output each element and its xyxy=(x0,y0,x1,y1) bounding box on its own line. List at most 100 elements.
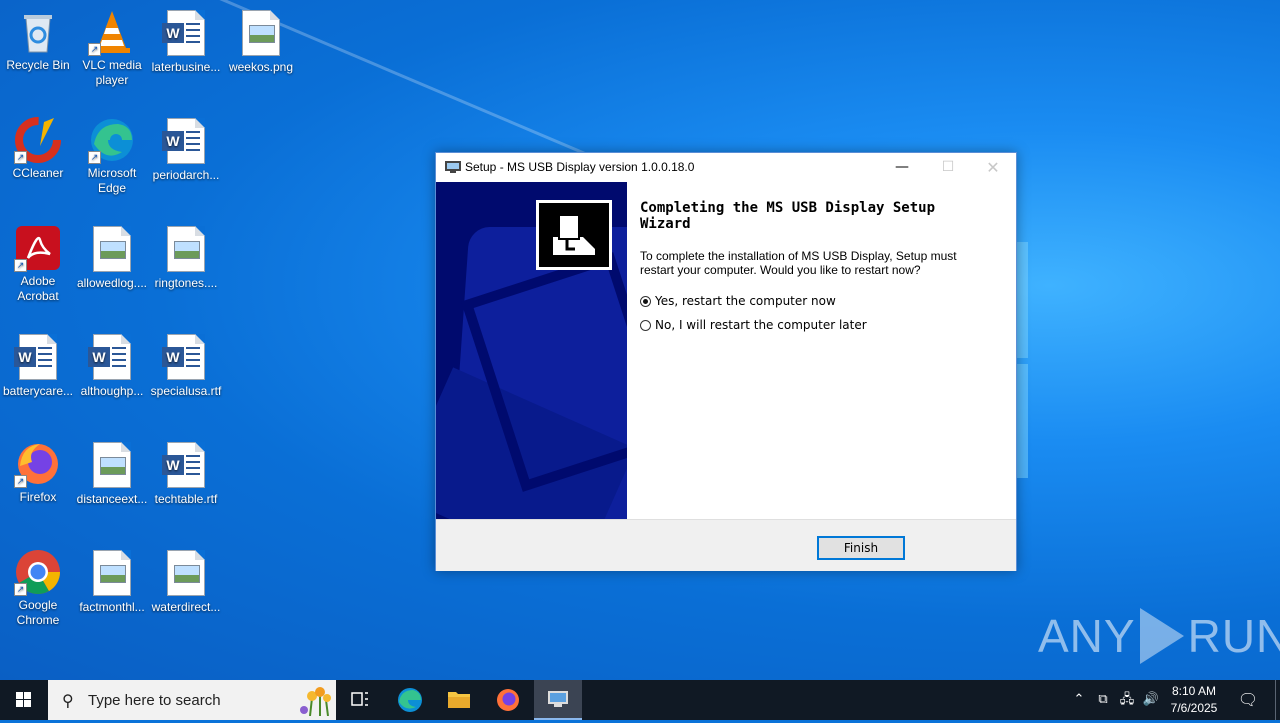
wizard-footer: Finish xyxy=(436,519,1016,571)
shortcut-arrow-icon: ↗ xyxy=(88,151,101,164)
watermark-text-right: RUN xyxy=(1187,610,1280,662)
wizard-heading: Completing the MS USB Display Setup Wiza… xyxy=(640,200,936,232)
installer-logo-icon xyxy=(536,200,612,270)
image-file-icon xyxy=(237,10,285,58)
word-document-icon: W xyxy=(162,118,210,166)
radio-button-checked[interactable] xyxy=(640,295,651,307)
desktop-icon-label: weekos.png xyxy=(228,60,294,74)
taskbar-file-explorer[interactable] xyxy=(435,680,483,720)
task-view-button[interactable] xyxy=(336,680,384,720)
shortcut-arrow-icon: ↗ xyxy=(14,259,27,272)
setup-app-icon xyxy=(548,691,568,707)
wizard-description: To complete the installation of MS USB D… xyxy=(640,249,957,277)
taskbar-firefox[interactable] xyxy=(484,680,532,720)
restart-later-option[interactable]: No, I will restart the computer later xyxy=(640,318,867,332)
desktop-icon-factmonthl[interactable]: factmonthl... xyxy=(74,548,150,615)
desktop-icon-label: althoughp... xyxy=(80,384,144,398)
radio-button-unchecked[interactable] xyxy=(640,319,651,331)
anyrun-watermark: ANY RUN xyxy=(1038,608,1280,664)
desktop-icon-allowedlog[interactable]: allowedlog.... xyxy=(74,224,150,291)
desktop-icon-periodarch[interactable]: W periodarch... xyxy=(148,116,224,183)
wizard-content: Completing the MS USB Display Setup Wiza… xyxy=(627,182,1016,519)
shortcut-arrow-icon: ↗ xyxy=(14,475,27,488)
desktop-icon-waterdirect[interactable]: waterdirect... xyxy=(148,548,224,615)
word-document-icon: W xyxy=(162,10,210,58)
desktop-icon-ccleaner[interactable]: ↗ CCleaner xyxy=(0,116,76,181)
meet-now-icon[interactable]: ⧉ xyxy=(1092,680,1114,720)
desktop-icon-label: Microsoft Edge xyxy=(87,166,137,195)
maximize-button[interactable]: ☐ xyxy=(925,153,971,182)
restart-now-option[interactable]: Yes, restart the computer now xyxy=(640,294,836,308)
network-icon[interactable]: 🖧 xyxy=(1116,680,1138,720)
notification-center-icon[interactable]: 🗨 xyxy=(1234,680,1262,720)
desktop-icon-label: distanceext... xyxy=(76,492,148,506)
windows-logo-icon xyxy=(16,692,32,708)
search-highlight-flowers-icon xyxy=(298,684,336,717)
title-bar[interactable]: Setup - MS USB Display version 1.0.0.18.… xyxy=(436,153,1016,182)
desktop-icon-label: waterdirect... xyxy=(151,600,221,614)
desktop-icon-distanceext[interactable]: distanceext... xyxy=(74,440,150,507)
window-title: Setup - MS USB Display version 1.0.0.18.… xyxy=(465,160,695,174)
desktop-icon-vlc[interactable]: ↗ VLC media player xyxy=(74,8,150,88)
desktop-icon-google-chrome[interactable]: ↗ Google Chrome xyxy=(0,548,76,628)
shortcut-arrow-icon: ↗ xyxy=(14,151,27,164)
edge-icon xyxy=(398,688,422,712)
desktop-icon-batterycare[interactable]: W batterycare... xyxy=(0,332,76,399)
wallpaper-window-pane xyxy=(1016,364,1028,478)
desktop-icon-label: factmonthl... xyxy=(79,600,145,614)
setup-wizard-window: Setup - MS USB Display version 1.0.0.18.… xyxy=(435,152,1017,571)
taskbar: ⚲ Type here to search ⌃ ⧉ 🖧 🔊 8:10 AM 7/… xyxy=(0,680,1280,720)
desktop-icon-label: VLC media player xyxy=(82,58,142,87)
folder-icon xyxy=(448,692,470,708)
taskbar-clock[interactable]: 8:10 AM 7/6/2025 xyxy=(1164,683,1224,717)
desktop-icon-label: periodarch... xyxy=(152,168,220,182)
close-button[interactable]: ✕ xyxy=(970,153,1016,182)
desktop-icon-label: techtable.rtf xyxy=(154,492,218,506)
shortcut-arrow-icon: ↗ xyxy=(14,583,27,596)
desktop-icon-label: Recycle Bin xyxy=(6,58,70,72)
desktop-icon-weekos[interactable]: weekos.png xyxy=(223,8,299,75)
word-document-icon: W xyxy=(162,442,210,490)
image-file-icon xyxy=(88,550,136,598)
desktop-icon-techtable[interactable]: W techtable.rtf xyxy=(148,440,224,507)
volume-icon[interactable]: 🔊 xyxy=(1140,680,1162,720)
desktop-icon-recycle-bin[interactable]: Recycle Bin xyxy=(0,8,76,73)
desktop-icon-laterbusine[interactable]: W laterbusine... xyxy=(148,8,224,75)
taskbar-search-box[interactable]: ⚲ Type here to search xyxy=(48,680,336,720)
desktop-icon-label: CCleaner xyxy=(12,166,64,180)
setup-app-icon xyxy=(445,160,461,174)
desktop-icon-althoughp[interactable]: W althoughp... xyxy=(74,332,150,399)
minimize-button[interactable]: — xyxy=(879,153,925,182)
word-document-icon: W xyxy=(14,334,62,382)
show-hidden-icons-chevron-icon[interactable]: ⌃ xyxy=(1068,680,1090,720)
taskbar-setup-app[interactable] xyxy=(534,680,582,720)
image-file-icon xyxy=(88,442,136,490)
acrobat-icon: ↗ xyxy=(14,224,62,272)
restart-later-label: No, I will restart the computer later xyxy=(655,318,867,332)
taskbar-edge[interactable] xyxy=(386,680,434,720)
shortcut-arrow-icon: ↗ xyxy=(88,43,101,56)
ccleaner-icon: ↗ xyxy=(14,116,62,164)
desktop-icon-ringtones[interactable]: ringtones.... xyxy=(148,224,224,291)
finish-button[interactable]: Finish xyxy=(817,536,905,560)
desktop-icon-microsoft-edge[interactable]: ↗ Microsoft Edge xyxy=(74,116,150,196)
recycle-bin-icon xyxy=(14,8,62,56)
desktop-icon-label: Google Chrome xyxy=(16,598,60,627)
desktop-icon-label: allowedlog.... xyxy=(76,276,148,290)
restart-now-label: Yes, restart the computer now xyxy=(655,294,836,308)
firefox-icon: ↗ xyxy=(14,440,62,488)
word-document-icon: W xyxy=(162,334,210,382)
image-file-icon xyxy=(88,226,136,274)
word-document-icon: W xyxy=(88,334,136,382)
desktop-icon-adobe-acrobat[interactable]: ↗ Adobe Acrobat xyxy=(0,224,76,304)
start-button[interactable] xyxy=(0,680,48,720)
desktop-icon-firefox[interactable]: ↗ Firefox xyxy=(0,440,76,505)
desktop-icon-label: ringtones.... xyxy=(154,276,218,290)
desktop-icon-label: laterbusine... xyxy=(151,60,221,74)
image-file-icon xyxy=(162,550,210,598)
show-desktop-button[interactable] xyxy=(1275,680,1276,720)
wizard-banner-image xyxy=(436,182,627,519)
firefox-icon xyxy=(497,689,519,711)
desktop-icon-specialusa[interactable]: W specialusa.rtf xyxy=(148,332,224,399)
wallpaper-window-pane xyxy=(1016,242,1028,358)
